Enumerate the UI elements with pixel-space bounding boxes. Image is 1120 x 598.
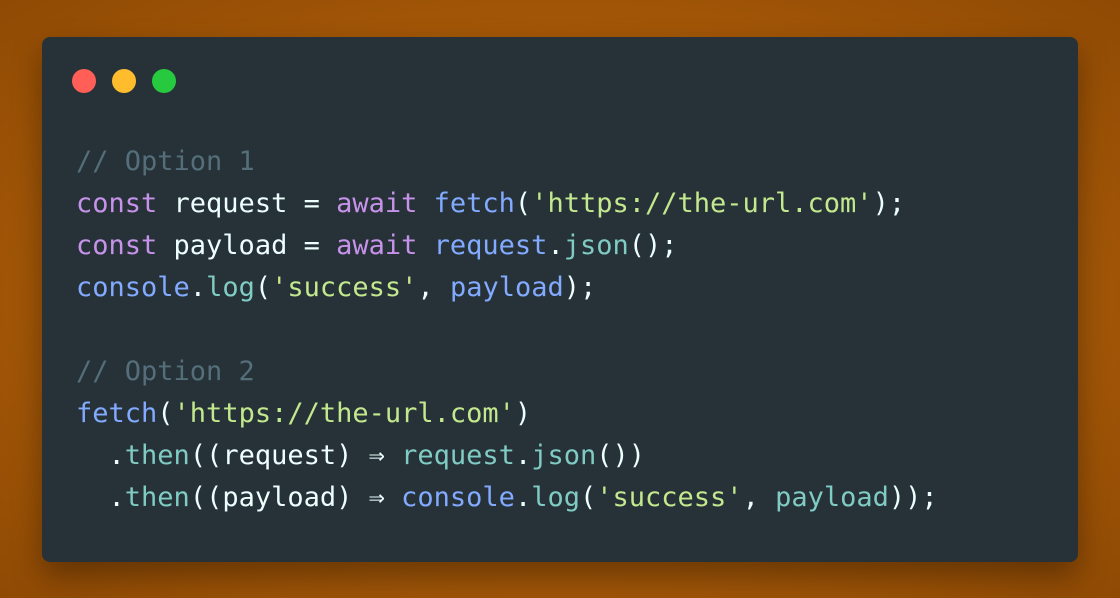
- maximize-button[interactable]: [152, 69, 176, 93]
- code-block: // Option 1 const request = await fetch('…: [76, 141, 938, 519]
- code-token-plain: );: [872, 188, 906, 219]
- code-token-function: console: [401, 482, 515, 513]
- code-token-function: fetch: [76, 398, 158, 429]
- code-token-string: 'https://the-url.com': [531, 188, 873, 219]
- code-token-plain: .: [514, 440, 532, 471]
- code-token-function: console: [76, 272, 190, 303]
- code-line: // Option 2: [76, 351, 938, 393]
- code-token-plain: request =: [157, 188, 337, 219]
- code-token-plain: .: [547, 230, 564, 261]
- window-controls: [72, 69, 176, 93]
- code-token-plain: ,: [417, 272, 450, 303]
- code-token-plain: ));: [888, 482, 938, 513]
- code-token-method: payload: [775, 482, 889, 513]
- code-token-plain: ,: [742, 482, 776, 513]
- code-line: const payload = await request.json();: [76, 225, 938, 267]
- code-token-plain: .: [76, 440, 125, 471]
- code-token-method: json: [531, 440, 597, 471]
- code-token-plain: (: [254, 272, 272, 303]
- close-button[interactable]: [72, 69, 96, 93]
- code-token-string: 'success': [271, 272, 418, 303]
- minimize-button[interactable]: [112, 69, 136, 93]
- code-line: console.log('success', payload);: [76, 267, 938, 309]
- code-token-plain: ()): [596, 440, 646, 471]
- code-token-plain: ((payload) ⇒: [189, 482, 402, 513]
- code-token-method: json: [563, 230, 629, 261]
- code-window: // Option 1 const request = await fetch('…: [42, 37, 1078, 562]
- code-token-plain: payload =: [157, 230, 337, 261]
- code-token-method: log: [531, 482, 580, 513]
- code-token-plain: .: [76, 482, 125, 513]
- code-token-plain: ): [514, 398, 532, 429]
- code-token-plain: );: [563, 272, 597, 303]
- code-token-comment: // Option 2: [76, 356, 255, 387]
- code-token-function: fetch: [433, 188, 515, 219]
- code-token-keyword: const: [76, 188, 158, 219]
- code-token-plain: (: [579, 482, 597, 513]
- code-line: fetch('https://the-url.com'): [76, 393, 938, 435]
- code-token-plain: ();: [628, 230, 678, 261]
- code-token-function: payload: [449, 272, 564, 303]
- code-token-function: request: [433, 230, 548, 261]
- code-line: .then((payload) ⇒ console.log('success',…: [76, 477, 938, 519]
- code-line: const request = await fetch('https://the…: [76, 183, 938, 225]
- code-token-plain: (: [514, 188, 532, 219]
- code-token-plain: .: [189, 272, 207, 303]
- code-token-plain: .: [514, 482, 532, 513]
- code-token-method: request: [401, 440, 515, 471]
- code-token-keyword: await: [336, 230, 418, 261]
- code-token-method: then: [124, 440, 190, 471]
- code-token-plain: ((request) ⇒: [189, 440, 402, 471]
- code-line: // Option 1: [76, 141, 938, 183]
- code-token-plain: (: [157, 398, 174, 429]
- code-line: .then((request) ⇒ request.json()): [76, 435, 938, 477]
- code-token-keyword: await: [336, 188, 418, 219]
- code-token-comment: // Option 1: [76, 146, 255, 177]
- code-token-method: log: [206, 272, 255, 303]
- code-token-string: 'success': [596, 482, 743, 513]
- code-token-string: 'https://the-url.com': [173, 398, 515, 429]
- code-token-keyword: const: [76, 230, 158, 261]
- code-token-method: then: [124, 482, 190, 513]
